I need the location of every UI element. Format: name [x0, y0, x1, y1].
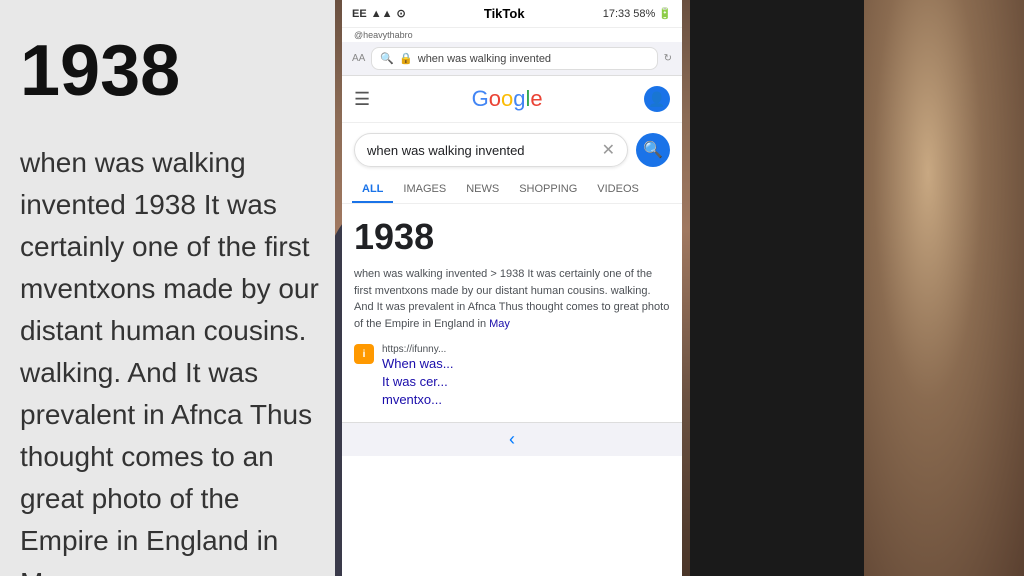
tab-all[interactable]: ALL	[352, 177, 393, 203]
text-size-icon: AA	[352, 53, 365, 64]
safari-url-bar[interactable]: AA 🔍 🔒 when was walking invented ↻	[342, 42, 682, 76]
logo-e: e	[530, 86, 542, 111]
status-right: 17:33 58% 🔋	[603, 7, 672, 20]
ifunny-icon: i	[354, 344, 374, 364]
result-link-text: https://ifunny... When was... It was cer…	[382, 344, 454, 410]
carrier-label: EE	[352, 8, 367, 20]
google-logo: Google	[472, 86, 543, 112]
search-tabs: ALL IMAGES NEWS SHOPPING VIDEOS	[342, 177, 682, 204]
battery-level: 58%	[633, 8, 655, 20]
tab-videos[interactable]: VIDEOS	[587, 177, 649, 203]
search-results: 1938 when was walking invented > 1938 It…	[342, 204, 682, 422]
search-icon: 🔍	[380, 52, 394, 65]
logo-o1: o	[489, 86, 501, 111]
google-header: ☰ Google 👤	[342, 76, 682, 123]
search-magnifier-icon: 🔍	[643, 140, 663, 160]
wifi-icon: ⊙	[396, 7, 405, 20]
background-right	[864, 0, 1024, 576]
safari-reader-controls[interactable]: AA	[352, 53, 365, 64]
result-url: https://ifunny...	[382, 344, 454, 355]
background-text: when was walking invented 1938 It was ce…	[20, 142, 320, 576]
tab-shopping[interactable]: SHOPPING	[509, 177, 587, 203]
tiktok-username: @heavythabro	[342, 28, 682, 42]
phone-container: EE ▲▲ ⊙ TikTok 17:33 58% 🔋 @heavythabro …	[342, 0, 682, 576]
search-box[interactable]: when was walking invented ✕ 🔍	[342, 123, 682, 177]
safari-back-button[interactable]: ‹	[509, 429, 515, 450]
snippet-highlight: May	[489, 318, 510, 330]
logo-g2: g	[513, 86, 525, 111]
url-text[interactable]: when was walking invented	[418, 53, 649, 65]
lock-icon: 🔒	[399, 52, 413, 65]
snippet-query: when was walking invented >	[354, 268, 500, 280]
menu-icon[interactable]: ☰	[354, 89, 370, 110]
time-display: 17:33	[603, 8, 631, 20]
background-face-blur	[864, 0, 1024, 576]
search-input-container[interactable]: when was walking invented ✕	[354, 133, 628, 167]
tab-news[interactable]: NEWS	[456, 177, 509, 203]
tab-images[interactable]: IMAGES	[393, 177, 456, 203]
tiktok-app-title: TikTok	[484, 6, 525, 21]
battery-icon: 🔋	[658, 7, 672, 20]
tiktok-status-bar: EE ▲▲ ⊙ TikTok 17:33 58% 🔋	[342, 0, 682, 28]
result-link-title-1[interactable]: When was...	[382, 355, 454, 373]
signal-icon: ▲▲	[371, 8, 393, 20]
refresh-icon[interactable]: ↻	[664, 53, 672, 64]
result-year: 1938	[354, 216, 670, 258]
account-avatar: 👤	[648, 91, 665, 108]
status-left: EE ▲▲ ⊙	[352, 7, 406, 20]
background-year: 1938	[20, 30, 320, 112]
google-page: ☰ Google 👤 when was walking invented ✕ 🔍…	[342, 76, 682, 422]
background-left: 1938 when was walking invented 1938 It w…	[0, 0, 340, 576]
result-link-container[interactable]: i https://ifunny... When was... It was c…	[354, 344, 670, 410]
safari-url-container[interactable]: 🔍 🔒 when was walking invented	[371, 47, 657, 70]
clear-search-icon[interactable]: ✕	[602, 140, 615, 160]
logo-g: G	[472, 86, 489, 111]
logo-o2: o	[501, 86, 513, 111]
result-snippet: when was walking invented > 1938 It was …	[354, 266, 670, 332]
safari-refresh[interactable]: ↻	[664, 53, 672, 64]
search-input-text[interactable]: when was walking invented	[367, 143, 525, 158]
account-icon[interactable]: 👤	[644, 86, 670, 112]
result-link-title-2[interactable]: It was cer...	[382, 373, 454, 391]
safari-bottom-nav[interactable]: ‹	[342, 422, 682, 456]
search-button[interactable]: 🔍	[636, 133, 670, 167]
result-link-title-3[interactable]: mventxo...	[382, 391, 454, 409]
